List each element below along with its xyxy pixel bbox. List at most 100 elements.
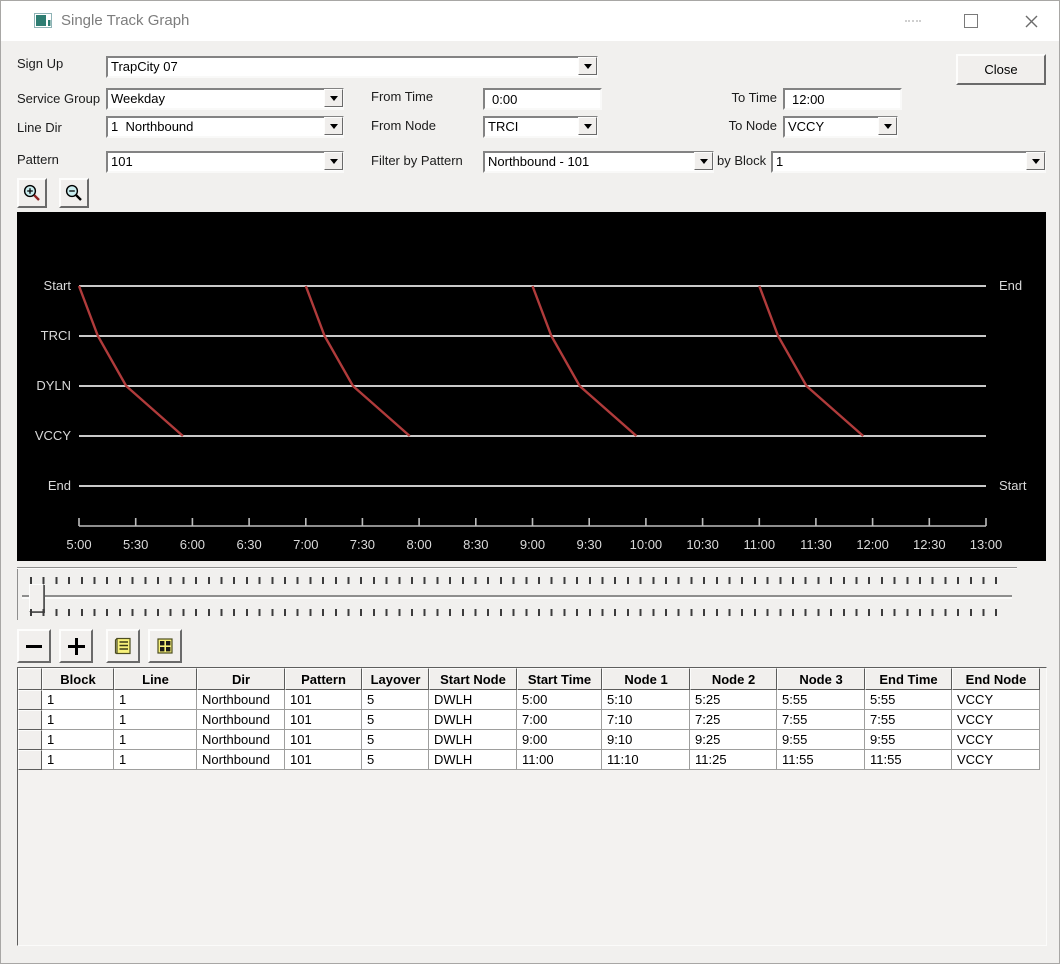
table-cell[interactable]: VCCY xyxy=(952,690,1040,710)
table-cell[interactable]: 5 xyxy=(362,730,429,750)
minimize-button[interactable] xyxy=(888,1,938,41)
time-slider[interactable] xyxy=(17,567,1017,620)
dropdown-button[interactable] xyxy=(578,57,597,75)
table-cell[interactable]: 1 xyxy=(114,710,197,730)
table-cell[interactable]: 7:55 xyxy=(777,710,865,730)
trips-grid: BlockLineDirPatternLayoverStart NodeStar… xyxy=(17,667,1047,946)
table-header-cell: Block xyxy=(42,668,114,690)
table-cell[interactable]: 1 xyxy=(114,690,197,710)
table-cell[interactable]: 5:00 xyxy=(517,690,602,710)
table-header-cell: Layover xyxy=(362,668,429,690)
table-cell[interactable]: Northbound xyxy=(197,750,285,770)
minus-button[interactable] xyxy=(17,629,51,663)
line-dir-combo[interactable]: 1 Northbound xyxy=(106,116,344,138)
from-time-input[interactable] xyxy=(483,88,602,110)
table-cell[interactable]: 7:25 xyxy=(690,710,777,730)
table-cell[interactable]: 11:10 xyxy=(602,750,690,770)
dropdown-button[interactable] xyxy=(878,117,897,135)
from-node-combo[interactable]: TRCI xyxy=(483,116,598,138)
maximize-button[interactable] xyxy=(946,1,996,41)
close-button[interactable]: Close xyxy=(956,54,1046,85)
sign-up-combo[interactable]: TrapCity 07 xyxy=(106,56,598,78)
table-cell[interactable]: 11:00 xyxy=(517,750,602,770)
table-cell[interactable]: DWLH xyxy=(429,730,517,750)
table-row: 11Northbound1015DWLH7:007:107:257:557:55… xyxy=(18,710,1040,730)
table-cell[interactable]: 5:10 xyxy=(602,690,690,710)
table-cell[interactable]: 5 xyxy=(362,690,429,710)
table-cell[interactable]: 9:55 xyxy=(777,730,865,750)
table-cell[interactable]: 11:55 xyxy=(777,750,865,770)
table-cell[interactable]: 7:55 xyxy=(865,710,952,730)
table-cell[interactable]: 5 xyxy=(362,710,429,730)
sign-up-label: Sign Up xyxy=(17,56,63,71)
dropdown-button[interactable] xyxy=(324,89,343,107)
table-cell[interactable]: 9:00 xyxy=(517,730,602,750)
table-cell[interactable]: 9:10 xyxy=(602,730,690,750)
table-cell[interactable]: DWLH xyxy=(429,750,517,770)
svg-text:13:00: 13:00 xyxy=(970,537,1003,552)
dropdown-button[interactable] xyxy=(694,152,713,170)
chevron-down-icon xyxy=(330,124,338,129)
table-cell[interactable]: Northbound xyxy=(197,730,285,750)
pattern-combo[interactable]: 101 xyxy=(106,151,344,173)
grid-view-button[interactable] xyxy=(148,629,182,663)
dropdown-button[interactable] xyxy=(324,152,343,170)
filter-by-pattern-combo[interactable]: Northbound - 101 xyxy=(483,151,714,173)
to-node-combo[interactable]: VCCY xyxy=(783,116,898,138)
svg-text:Start: Start xyxy=(44,278,72,293)
slider-track[interactable] xyxy=(22,595,1012,597)
table-cell[interactable]: VCCY xyxy=(952,710,1040,730)
table-cell[interactable]: VCCY xyxy=(952,730,1040,750)
table-cell[interactable]: 11:25 xyxy=(690,750,777,770)
table-cell[interactable]: DWLH xyxy=(429,710,517,730)
track-graph[interactable]: StartEndTRCIDYLNVCCYEndStart5:005:306:00… xyxy=(17,212,1046,561)
row-selector[interactable] xyxy=(18,690,42,710)
zoom-out-button[interactable] xyxy=(59,178,89,208)
table-cell[interactable]: 1 xyxy=(42,710,114,730)
minimize-icon xyxy=(905,20,921,22)
table-cell[interactable]: 11:55 xyxy=(865,750,952,770)
row-selector[interactable] xyxy=(18,750,42,770)
by-block-combo[interactable]: 1 xyxy=(771,151,1046,173)
table-cell[interactable]: 1 xyxy=(114,730,197,750)
dropdown-button[interactable] xyxy=(578,117,597,135)
dropdown-button[interactable] xyxy=(1026,152,1045,170)
table-cell[interactable]: 9:25 xyxy=(690,730,777,750)
table-header-cell: Start Node xyxy=(429,668,517,690)
plus-button[interactable] xyxy=(59,629,93,663)
table-cell[interactable]: 1 xyxy=(42,750,114,770)
table-cell[interactable]: Northbound xyxy=(197,690,285,710)
table-cell[interactable]: 9:55 xyxy=(865,730,952,750)
svg-text:9:00: 9:00 xyxy=(520,537,545,552)
table-cell[interactable]: 101 xyxy=(285,730,362,750)
svg-text:11:30: 11:30 xyxy=(800,537,832,552)
grid-icon xyxy=(155,636,175,656)
row-selector[interactable] xyxy=(18,730,42,750)
table-cell[interactable]: 5 xyxy=(362,750,429,770)
svg-text:7:00: 7:00 xyxy=(293,537,318,552)
table-cell[interactable]: 5:25 xyxy=(690,690,777,710)
to-time-input[interactable] xyxy=(783,88,902,110)
table-cell[interactable]: 1 xyxy=(42,730,114,750)
row-selector[interactable] xyxy=(18,710,42,730)
zoom-in-button[interactable] xyxy=(17,178,47,208)
table-cell[interactable]: VCCY xyxy=(952,750,1040,770)
table-cell[interactable]: 101 xyxy=(285,750,362,770)
dropdown-button[interactable] xyxy=(324,117,343,135)
table-cell[interactable]: 1 xyxy=(114,750,197,770)
svg-text:5:00: 5:00 xyxy=(66,537,91,552)
table-cell[interactable]: 7:10 xyxy=(602,710,690,730)
list-view-button[interactable] xyxy=(106,629,140,663)
slider-thumb[interactable] xyxy=(29,584,44,612)
table-cell[interactable]: Northbound xyxy=(197,710,285,730)
table-cell[interactable]: 1 xyxy=(42,690,114,710)
service-group-combo[interactable]: Weekday xyxy=(106,88,344,110)
table-cell[interactable]: 101 xyxy=(285,690,362,710)
table-cell[interactable]: 101 xyxy=(285,710,362,730)
minus-icon xyxy=(26,645,42,648)
table-cell[interactable]: 5:55 xyxy=(865,690,952,710)
table-cell[interactable]: 5:55 xyxy=(777,690,865,710)
table-cell[interactable]: 7:00 xyxy=(517,710,602,730)
close-window-button[interactable] xyxy=(1004,1,1058,41)
table-cell[interactable]: DWLH xyxy=(429,690,517,710)
